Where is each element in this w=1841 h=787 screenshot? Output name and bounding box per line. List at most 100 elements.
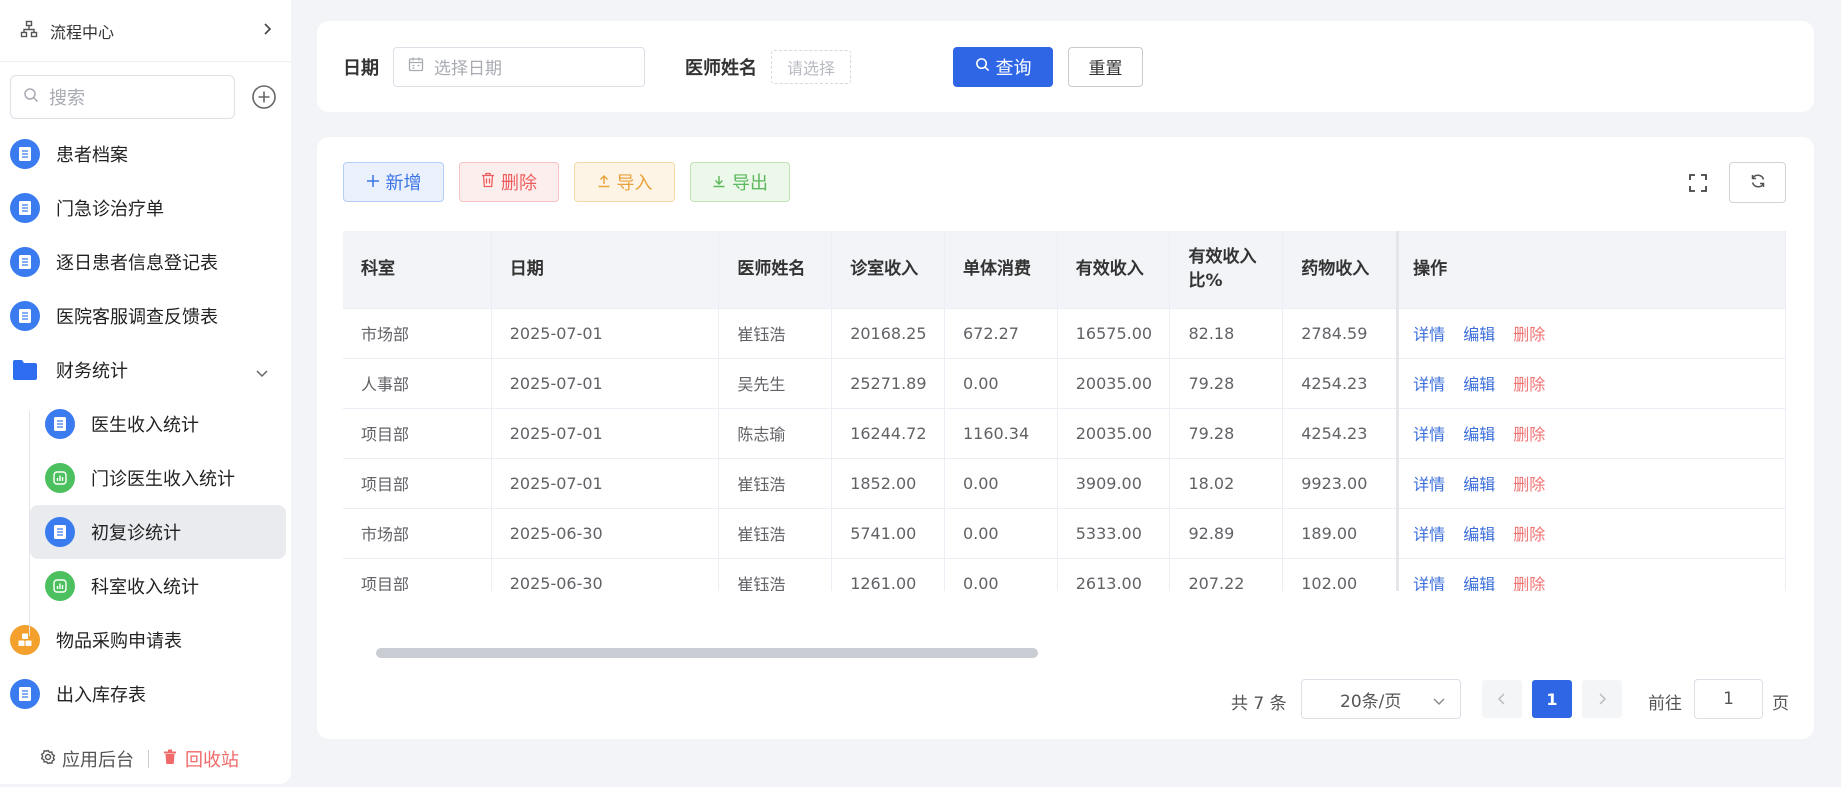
date-picker-input[interactable]: 选择日期	[393, 46, 645, 87]
doctor-select-placeholder: 请选择	[786, 58, 835, 78]
table-row[interactable]: 市场部 2025-07-01 崔钰浩 20168.25 672.27 16575.00 82…	[343, 308, 1786, 359]
sidebar-search-input[interactable]: 搜索	[10, 75, 235, 119]
table-cell: 16575.00	[1057, 308, 1171, 359]
table-cell: 25271.89	[831, 358, 945, 409]
doctor-name-label: 医师姓名	[685, 57, 757, 79]
column-header[interactable]: 有效收入比%	[1169, 231, 1284, 309]
delete-link[interactable]: 删除	[1513, 325, 1545, 344]
table-row[interactable]: 项目部 2025-07-01 陈志瑜 16244.72 1160.34 20035.00 7…	[343, 408, 1786, 459]
column-header[interactable]: 有效收入	[1057, 231, 1171, 309]
table-cell: 0.00	[944, 508, 1058, 559]
delete-link[interactable]: 删除	[1513, 475, 1545, 494]
detail-link[interactable]: 详情	[1413, 475, 1445, 494]
add-label: 新增	[385, 173, 422, 194]
table-cell: 0.00	[944, 458, 1058, 509]
delete-link[interactable]: 删除	[1513, 575, 1545, 591]
filter-panel: 日期 选择日期 医师姓名 请选择 查询 重置	[317, 21, 1814, 112]
column-header[interactable]: 日期	[491, 231, 720, 309]
column-header[interactable]: 医师姓名	[718, 231, 833, 309]
detail-link[interactable]: 详情	[1413, 525, 1445, 544]
table-cell: 92.89	[1169, 508, 1284, 559]
table-cell: 0.00	[944, 358, 1058, 409]
table-cell: 2025-07-01	[491, 308, 720, 359]
delete-button[interactable]: 删除	[459, 162, 559, 202]
delete-link[interactable]: 删除	[1513, 375, 1545, 394]
table-cell: 102.00	[1282, 558, 1399, 591]
column-header: 操作	[1396, 231, 1786, 309]
detail-link[interactable]: 详情	[1413, 375, 1445, 394]
table-row[interactable]: 人事部 2025-07-01 吴先生 25271.89 0.00 20035.00 79.2…	[343, 358, 1786, 409]
table-cell: 79.28	[1169, 358, 1284, 409]
table-cell: 82.18	[1169, 308, 1284, 359]
table-cell: 1261.00	[831, 558, 945, 591]
table-cell: 2025-07-01	[491, 458, 720, 509]
edit-link[interactable]: 编辑	[1463, 425, 1495, 444]
delete-link[interactable]: 删除	[1513, 525, 1545, 544]
app-admin-label: 应用后台	[62, 750, 134, 771]
import-label: 导入	[616, 173, 653, 194]
table-cell: 项目部	[343, 408, 492, 459]
query-button[interactable]: 查询	[953, 46, 1053, 87]
table-row[interactable]: 项目部 2025-06-30 崔钰浩 1261.00 0.00 2613.00 207.22…	[343, 558, 1786, 591]
delete-link[interactable]: 删除	[1513, 425, 1545, 444]
table-row[interactable]: 市场部 2025-06-30 崔钰浩 5741.00 0.00 5333.00 92.89 1…	[343, 508, 1786, 559]
column-header[interactable]: 诊室收入	[831, 231, 945, 309]
edit-link[interactable]: 编辑	[1463, 575, 1495, 591]
page-size-value: 20条/页	[1340, 691, 1402, 712]
table-cell: 项目部	[343, 458, 492, 509]
detail-link[interactable]: 详情	[1413, 425, 1445, 444]
page-size-select[interactable]: 20条/页	[1301, 679, 1461, 719]
sidebar-menu: 患者档案 门急诊治疗单 逐日患者信息登记表 医院客服调查反馈表 财务统计 医生收…	[0, 127, 291, 721]
table-row[interactable]: 项目部 2025-07-01 崔钰浩 1852.00 0.00 3909.00 18.02 9…	[343, 458, 1786, 509]
refresh-button[interactable]	[1729, 162, 1786, 203]
sidebar-item-department-income[interactable]: 科室收入统计	[0, 559, 291, 613]
table-cell: 1852.00	[831, 458, 945, 509]
next-page-button[interactable]	[1582, 680, 1622, 718]
sidebar-item-label: 逐日患者信息登记表	[56, 253, 218, 274]
sidebar-item-feedback-survey[interactable]: 医院客服调查反馈表	[0, 289, 291, 343]
doc-icon	[10, 193, 40, 223]
sidebar-item-finance-stats[interactable]: 财务统计	[0, 343, 291, 397]
sidebar-item-first-revisit-stats[interactable]: 初复诊统计	[30, 505, 286, 559]
import-button[interactable]: 导入	[574, 162, 675, 202]
goto-page-input[interactable]: 1	[1694, 679, 1763, 719]
edit-link[interactable]: 编辑	[1463, 375, 1495, 394]
doc-icon	[45, 517, 75, 547]
app-admin-link[interactable]: 应用后台	[40, 746, 134, 772]
sidebar-item-emergency-treatment[interactable]: 门急诊治疗单	[0, 181, 291, 235]
add-button[interactable]: 新增	[343, 162, 444, 202]
fullscreen-icon[interactable]	[1687, 172, 1711, 196]
table-header-row: 科室 日期 医师姓名 诊室收入 单体消费 有效收入 有效收入比% 药物收入 操作	[343, 231, 1786, 309]
total-count: 共 7 条	[1231, 694, 1287, 714]
sidebar-item-patient-archive[interactable]: 患者档案	[0, 127, 291, 181]
recycle-bin-link[interactable]: 回收站	[163, 746, 239, 772]
edit-link[interactable]: 编辑	[1463, 325, 1495, 344]
column-header[interactable]: 科室	[343, 231, 492, 309]
sidebar-item-outpatient-doctor-income[interactable]: 门诊医生收入统计	[0, 451, 291, 505]
prev-page-button[interactable]	[1482, 680, 1522, 718]
add-circle-icon[interactable]	[251, 84, 277, 110]
sidebar-item-purchase-request[interactable]: 物品采购申请表	[0, 613, 291, 667]
reset-button[interactable]: 重置	[1068, 46, 1143, 87]
table-cell: 项目部	[343, 558, 492, 591]
page-number-current[interactable]: 1	[1532, 680, 1572, 718]
upload-icon	[597, 172, 611, 193]
flow-center-link[interactable]: 流程中心	[0, 0, 291, 62]
sidebar-item-doctor-income[interactable]: 医生收入统计	[0, 397, 291, 451]
table-cell: 207.22	[1169, 558, 1284, 591]
doctor-name-select[interactable]: 请选择	[771, 49, 851, 84]
detail-link[interactable]: 详情	[1413, 325, 1445, 344]
export-button[interactable]: 导出	[690, 162, 790, 202]
date-placeholder: 选择日期	[434, 59, 502, 79]
column-header[interactable]: 药物收入	[1282, 231, 1399, 309]
settings-icon	[40, 749, 56, 770]
table-cell: 5333.00	[1057, 508, 1171, 559]
trash-icon	[481, 172, 495, 193]
sidebar-item-inventory[interactable]: 出入库存表	[0, 667, 291, 721]
sidebar-item-daily-registration[interactable]: 逐日患者信息登记表	[0, 235, 291, 289]
detail-link[interactable]: 详情	[1413, 575, 1445, 591]
edit-link[interactable]: 编辑	[1463, 525, 1495, 544]
edit-link[interactable]: 编辑	[1463, 475, 1495, 494]
column-header[interactable]: 单体消费	[944, 231, 1058, 309]
horizontal-scrollbar[interactable]	[376, 648, 1038, 658]
